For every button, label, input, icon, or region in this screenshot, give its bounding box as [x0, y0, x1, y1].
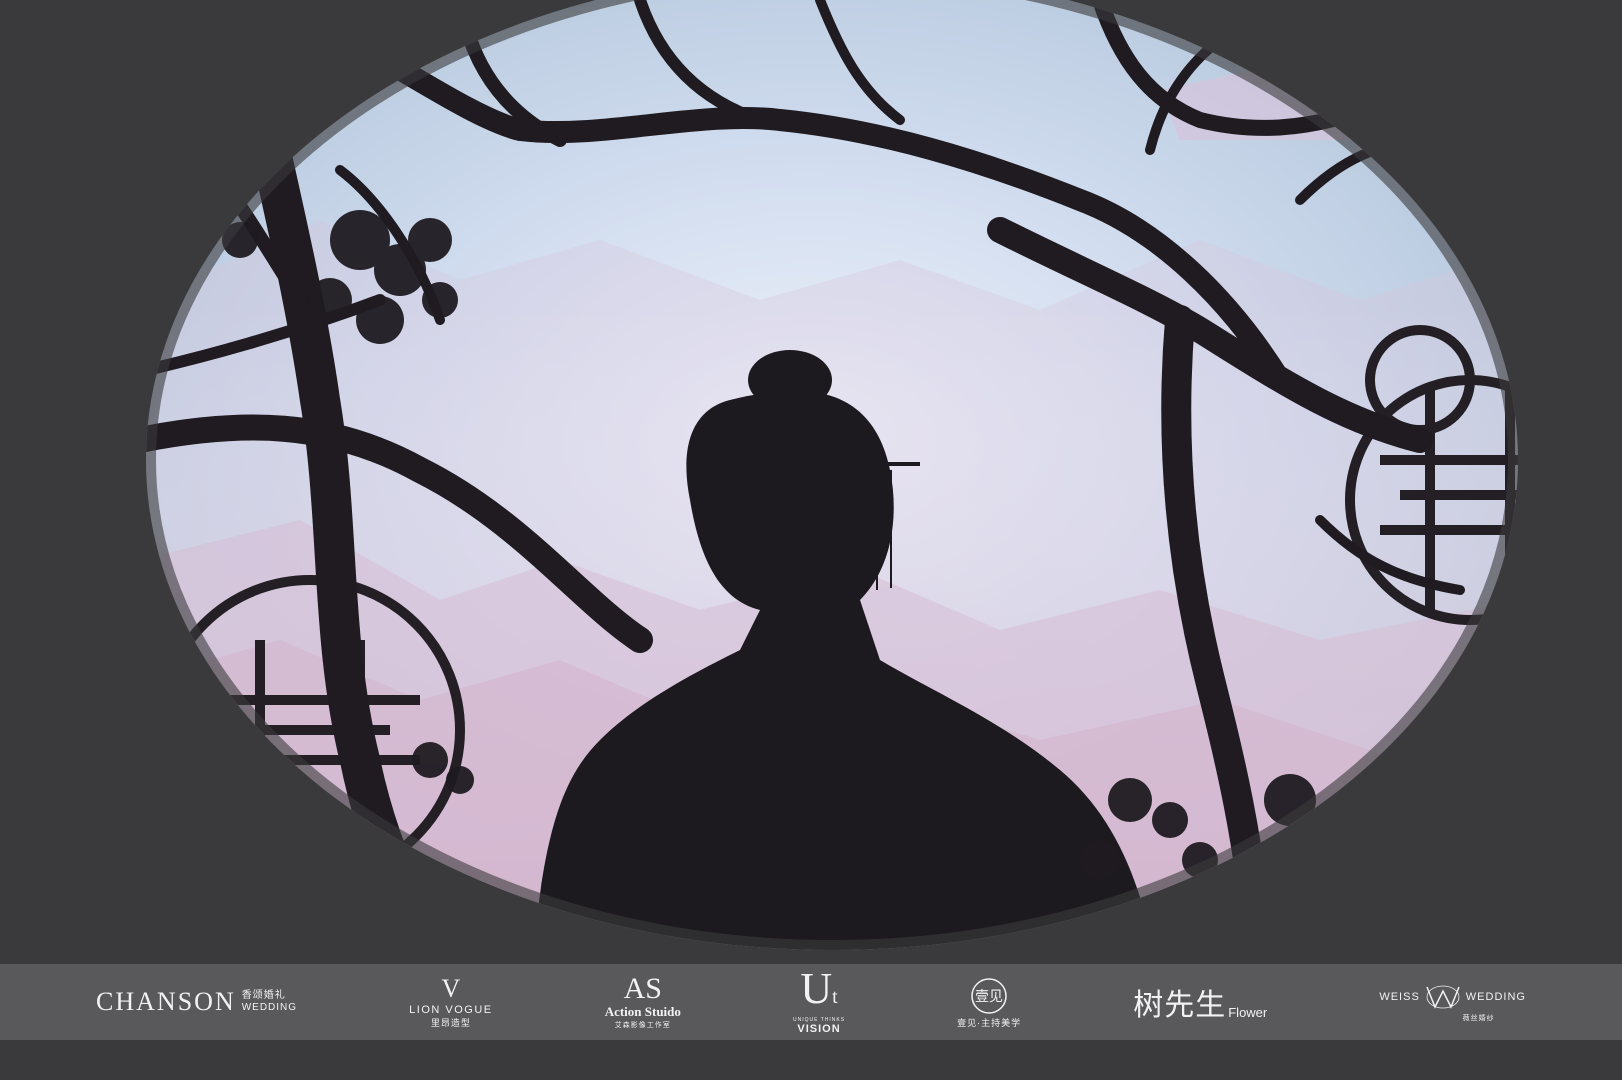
chanson-logo-en: WEDDING	[241, 1002, 298, 1013]
sponsor-logo-bar: CHANSON 香颂婚礼 WEDDING V LION VOGUE 里昂造型 A…	[0, 964, 1622, 1040]
action-studio-name: Action Stuido	[604, 1004, 681, 1019]
yijian-cn: 壹见·主持美学	[957, 1017, 1022, 1028]
unique-vision-mark-t: t	[832, 986, 838, 1008]
shu-xiansheng-logo: 树先生 Flower	[1133, 980, 1267, 1024]
chanson-wedding-logo: CHANSON 香颂婚礼 WEDDING	[96, 987, 297, 1017]
yijian-seal-icon: 壹见	[971, 977, 1007, 1014]
lion-vogue-logo: V LION VOGUE 里昂造型	[409, 973, 493, 1029]
unique-vision-name: VISION	[797, 1023, 841, 1035]
action-studio-logo: AS Action Stuido 艾森影像工作室	[605, 974, 681, 1030]
silhouette-photo	[0, 0, 1622, 1080]
shu-xiansheng-en: Flower	[1228, 1005, 1268, 1020]
weiss-right: WEDDING	[1465, 991, 1526, 1003]
weiss-wedding-row: WEISS WEDDING	[1379, 981, 1526, 1013]
unique-vision-mark: Ut	[800, 967, 838, 1017]
action-studio-cn: 艾森影像工作室	[614, 1022, 671, 1029]
weiss-wedding-logo: WEISS WEDDING 薇丝婚纱	[1379, 981, 1526, 1023]
action-studio-mark: AS	[623, 972, 662, 1005]
chanson-logo-sub: 香颂婚礼 WEDDING	[242, 990, 297, 1014]
unique-vision-mark-u: U	[800, 964, 833, 1013]
lion-vogue-name: LION VOGUE	[409, 1003, 493, 1016]
weiss-cn: 薇丝婚纱	[1462, 1015, 1495, 1022]
yijian-seal-text: 壹见	[975, 989, 1003, 1005]
yijian-host-logo: 壹见 壹见·主持美学	[957, 976, 1021, 1029]
chanson-logo-main: CHANSON	[96, 987, 236, 1016]
unique-vision-logo: Ut UNIQUE THINKS VISION	[793, 967, 845, 1036]
photo-stage: CHANSON 香颂婚礼 WEDDING V LION VOGUE 里昂造型 A…	[0, 0, 1622, 1080]
weiss-left: WEISS	[1379, 991, 1420, 1003]
chanson-logo-cn: 香颂婚礼	[241, 990, 286, 1001]
lion-vogue-mark: V	[441, 973, 461, 1003]
lion-vogue-cn: 里昂造型	[430, 1017, 471, 1028]
weiss-monogram-icon	[1426, 985, 1460, 1009]
shu-xiansheng-cn: 树先生	[1133, 989, 1227, 1022]
